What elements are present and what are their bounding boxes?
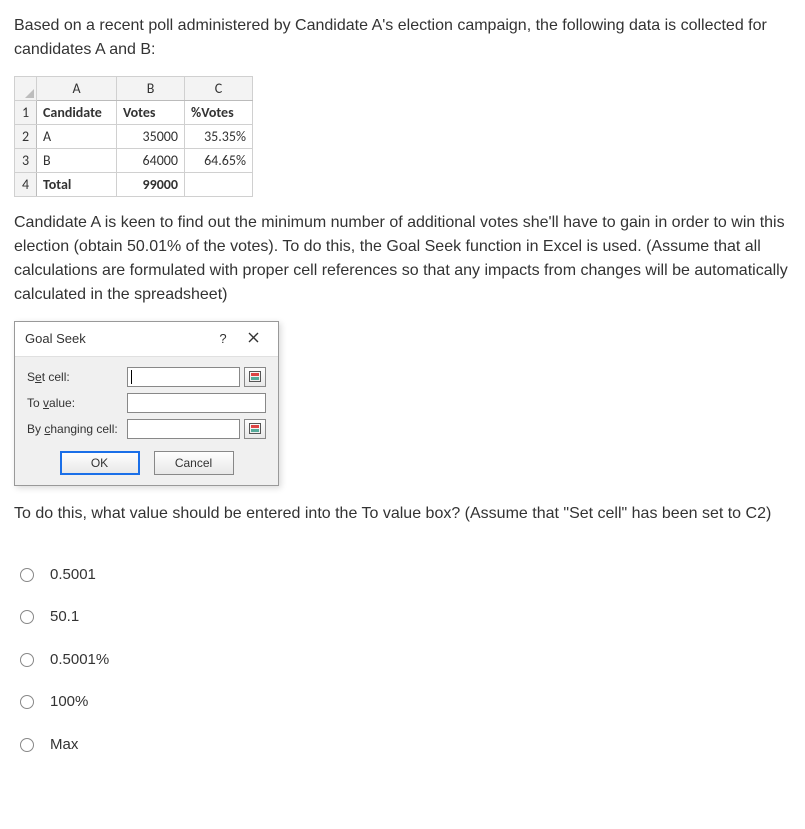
option-label: 100%: [50, 691, 88, 714]
excel-table: A B C 1 Candidate Votes %Votes 2 A 35000…: [14, 76, 253, 197]
option-3[interactable]: 100%: [14, 681, 791, 724]
close-button[interactable]: [238, 329, 268, 349]
row-header-1[interactable]: 1: [15, 101, 37, 125]
to-value-input[interactable]: [127, 393, 266, 413]
set-cell-label: Set cell:: [27, 368, 127, 386]
option-2[interactable]: 0.5001%: [14, 639, 791, 682]
dialog-body: Set cell: To value: By changing cell:: [15, 357, 278, 485]
cell-a4[interactable]: Total: [37, 173, 117, 197]
question-intro: Based on a recent poll administered by C…: [14, 14, 791, 62]
option-4[interactable]: Max: [14, 724, 791, 767]
col-header-a[interactable]: A: [37, 77, 117, 101]
cell-b3[interactable]: 64000: [117, 149, 185, 173]
cell-a3[interactable]: B: [37, 149, 117, 173]
col-header-c[interactable]: C: [185, 77, 253, 101]
help-button[interactable]: ?: [208, 329, 238, 349]
option-label: Max: [50, 734, 78, 757]
dialog-titlebar: Goal Seek ?: [15, 322, 278, 357]
ok-button[interactable]: OK: [60, 451, 140, 475]
by-changing-label: By changing cell:: [27, 420, 127, 438]
option-label: 0.5001: [50, 564, 96, 587]
cell-c2[interactable]: 35.35%: [185, 125, 253, 149]
close-icon: [248, 332, 259, 343]
row-header-4[interactable]: 4: [15, 173, 37, 197]
radio-icon: [20, 653, 34, 667]
goal-seek-dialog: Goal Seek ? Set cell: To value: By chang…: [14, 321, 279, 486]
cell-c1[interactable]: %Votes: [185, 101, 253, 125]
option-label: 0.5001%: [50, 649, 109, 672]
collapse-dialog-icon: [249, 371, 261, 382]
col-header-b[interactable]: B: [117, 77, 185, 101]
row-header-2[interactable]: 2: [15, 125, 37, 149]
excel-table-wrap: A B C 1 Candidate Votes %Votes 2 A 35000…: [14, 76, 791, 197]
cell-b1[interactable]: Votes: [117, 101, 185, 125]
radio-icon: [20, 610, 34, 624]
radio-icon: [20, 568, 34, 582]
cancel-button[interactable]: Cancel: [154, 451, 234, 475]
option-label: 50.1: [50, 606, 79, 629]
option-1[interactable]: 50.1: [14, 596, 791, 639]
dialog-title-text: Goal Seek: [25, 329, 208, 349]
set-cell-ref-button[interactable]: [244, 367, 266, 387]
set-cell-input[interactable]: [127, 367, 240, 387]
question-prompt: To do this, what value should be entered…: [14, 502, 791, 526]
answer-options: 0.5001 50.1 0.5001% 100% Max: [14, 554, 791, 767]
question-middle: Candidate A is keen to find out the mini…: [14, 211, 791, 307]
radio-icon: [20, 738, 34, 752]
cell-c3[interactable]: 64.65%: [185, 149, 253, 173]
cell-b2[interactable]: 35000: [117, 125, 185, 149]
by-changing-input[interactable]: [127, 419, 240, 439]
by-changing-ref-button[interactable]: [244, 419, 266, 439]
row-header-3[interactable]: 3: [15, 149, 37, 173]
cell-a1[interactable]: Candidate: [37, 101, 117, 125]
option-0[interactable]: 0.5001: [14, 554, 791, 597]
cell-a2[interactable]: A: [37, 125, 117, 149]
cell-c4[interactable]: [185, 173, 253, 197]
select-all-corner[interactable]: [15, 77, 37, 101]
cell-b4[interactable]: 99000: [117, 173, 185, 197]
radio-icon: [20, 695, 34, 709]
to-value-label: To value:: [27, 394, 127, 412]
collapse-dialog-icon: [249, 423, 261, 434]
